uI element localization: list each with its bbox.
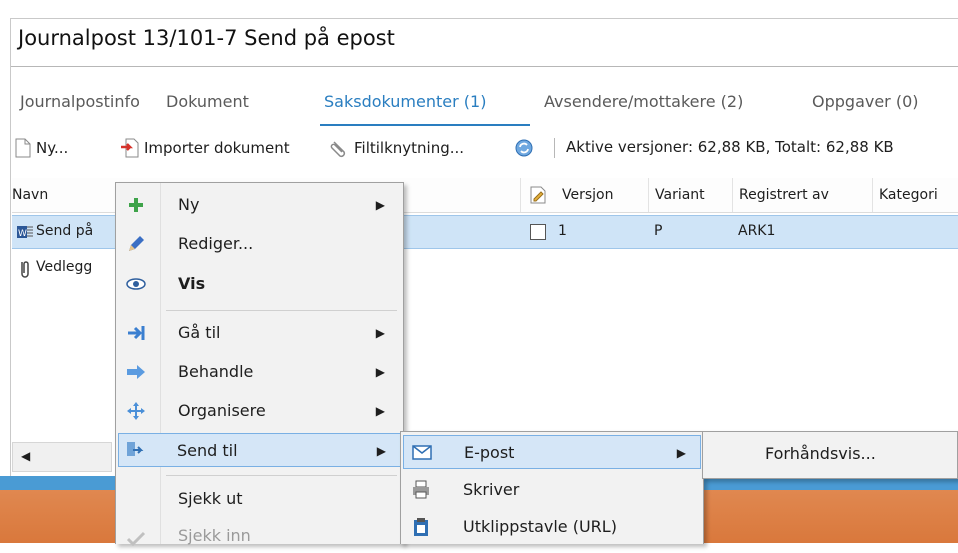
row-name: Vedlegg (36, 259, 93, 275)
send-to-icon (127, 442, 144, 456)
goto-arrow-icon (128, 326, 145, 340)
new-button[interactable]: Ny... (14, 138, 68, 158)
clipboard-icon (414, 518, 428, 536)
active-tab-indicator (320, 124, 530, 126)
menu-separator (166, 310, 397, 311)
menu-item-label: Behandle (178, 362, 254, 381)
submenu-arrow-icon: ▶ (375, 404, 385, 418)
window-title: Journalpost 13/101-7 Send på epost (18, 26, 395, 50)
menu-item-label: Skriver (463, 480, 520, 499)
menu-item-ny[interactable]: Ny ▶ (118, 188, 401, 222)
submenu-arrow-icon: ▶ (375, 198, 385, 212)
import-document-icon (121, 138, 139, 158)
email-submenu: Forhåndsvis... (702, 431, 958, 479)
tab-oppgaver[interactable]: Oppgaver (0) (812, 92, 919, 111)
word-document-icon: W (17, 226, 33, 239)
tab-avsendere-mottakere[interactable]: Avsendere/mottakere (2) (544, 92, 743, 111)
column-header-kategori[interactable]: Kategori (872, 178, 958, 212)
menu-item-label: Rediger... (178, 234, 254, 253)
menu-item-sjekk-ut[interactable]: Sjekk ut (118, 482, 401, 516)
column-header-registrert-av[interactable]: Registrert av (732, 178, 872, 212)
version-size-status: Aktive versjoner: 62,88 KB, Totalt: 62,8… (566, 138, 894, 156)
import-document-button[interactable]: Importer dokument (120, 138, 290, 158)
import-document-label: Importer dokument (144, 139, 290, 157)
tab-saksdokumenter[interactable]: Saksdokumenter (1) (324, 92, 486, 111)
column-header-versjon[interactable]: Versjon (556, 178, 648, 212)
title-divider (10, 66, 958, 67)
menu-item-label: Vis (178, 274, 206, 293)
menu-item-ga-til[interactable]: Gå til ▶ (118, 316, 401, 350)
attachment-icon (21, 261, 29, 278)
menu-item-label: Forhåndsvis... (765, 444, 876, 463)
column-header-label: Navn (12, 187, 49, 203)
printer-icon (413, 480, 429, 499)
edit-document-icon (530, 186, 546, 204)
menu-item-label: Sjekk ut (178, 489, 243, 508)
column-header-label: Registrert av (739, 187, 829, 203)
move-cross-icon (127, 402, 145, 420)
menu-item-label: Utklippstavle (URL) (463, 517, 617, 536)
left-border (10, 66, 11, 476)
menu-item-label: E-post (464, 443, 515, 462)
column-header-edit[interactable] (520, 178, 556, 212)
column-header-label: Versjon (562, 187, 614, 203)
menu-item-send-til[interactable]: Send til ▶ (118, 433, 401, 467)
tab-journalpostinfo[interactable]: Journalpostinfo (20, 92, 140, 111)
menu-item-label: Organisere (178, 401, 266, 420)
menu-item-label: Send til (177, 441, 238, 460)
menu-item-skriver[interactable]: Skriver (403, 473, 701, 507)
toolbar-separator (554, 138, 555, 158)
send-to-submenu: E-post ▶ Skriver Utklippstavle (URL) (400, 431, 704, 544)
menu-item-utklippstavle[interactable]: Utklippstavle (URL) (403, 510, 701, 544)
context-menu: Ny ▶ Rediger... Vis Gå til ▶ Behandle ▶ … (115, 182, 404, 547)
menu-item-label: Ny (178, 195, 200, 214)
eye-icon (126, 278, 146, 290)
menu-item-organisere[interactable]: Organisere ▶ (118, 394, 401, 428)
menu-item-forhandsvis[interactable]: Forhåndsvis... (705, 437, 955, 471)
menu-separator (166, 475, 397, 476)
row-variant: P (654, 223, 663, 239)
menu-item-sjekk-inn: Sjekk inn (118, 519, 401, 553)
process-arrow-icon (127, 365, 145, 379)
menu-item-rediger[interactable]: Rediger... (118, 227, 401, 261)
column-header-variant[interactable]: Variant (648, 178, 732, 212)
journalpost-window: Journalpost 13/101-7 Send på epost Journ… (0, 0, 958, 547)
svg-text:W: W (18, 229, 27, 239)
submenu-arrow-icon: ▶ (676, 446, 686, 460)
tab-dokument[interactable]: Dokument (166, 92, 249, 111)
menu-item-label: Sjekk inn (178, 526, 251, 545)
envelope-icon (412, 445, 432, 460)
file-attachment-button[interactable]: Filtilknytning... (330, 138, 464, 158)
paperclip-icon (330, 141, 346, 158)
toolbar: Ny... Importer dokument Filtilknytning..… (12, 132, 958, 166)
pencil-icon (129, 236, 144, 251)
file-attachment-label: Filtilknytning... (354, 139, 465, 157)
new-document-icon (15, 138, 31, 158)
row-registered-by: ARK1 (738, 223, 776, 239)
submenu-arrow-icon: ▶ (375, 326, 385, 340)
submenu-arrow-icon: ▶ (375, 365, 385, 379)
column-header-label: Variant (655, 187, 705, 203)
menu-item-behandle[interactable]: Behandle ▶ (118, 355, 401, 389)
new-button-label: Ny... (36, 139, 69, 157)
menu-item-label: Gå til (178, 323, 221, 342)
checkmark-icon (126, 531, 146, 547)
menu-item-vis[interactable]: Vis (118, 267, 401, 301)
column-header-label: Kategori (879, 187, 938, 203)
submenu-arrow-icon: ▶ (376, 444, 386, 458)
row-checkbox[interactable] (530, 224, 546, 240)
horizontal-scrollbar[interactable]: ◀ (12, 442, 112, 472)
plus-icon (129, 198, 143, 212)
refresh-icon (515, 139, 533, 157)
scroll-left-arrow-icon[interactable]: ◀ (21, 449, 30, 463)
version-size-text: Aktive versjoner: 62,88 KB, Totalt: 62,8… (566, 138, 894, 156)
row-name: Send på (36, 223, 94, 239)
refresh-button[interactable] (514, 138, 534, 158)
row-version: 1 (558, 223, 567, 239)
menu-item-e-post[interactable]: E-post ▶ (403, 435, 701, 469)
